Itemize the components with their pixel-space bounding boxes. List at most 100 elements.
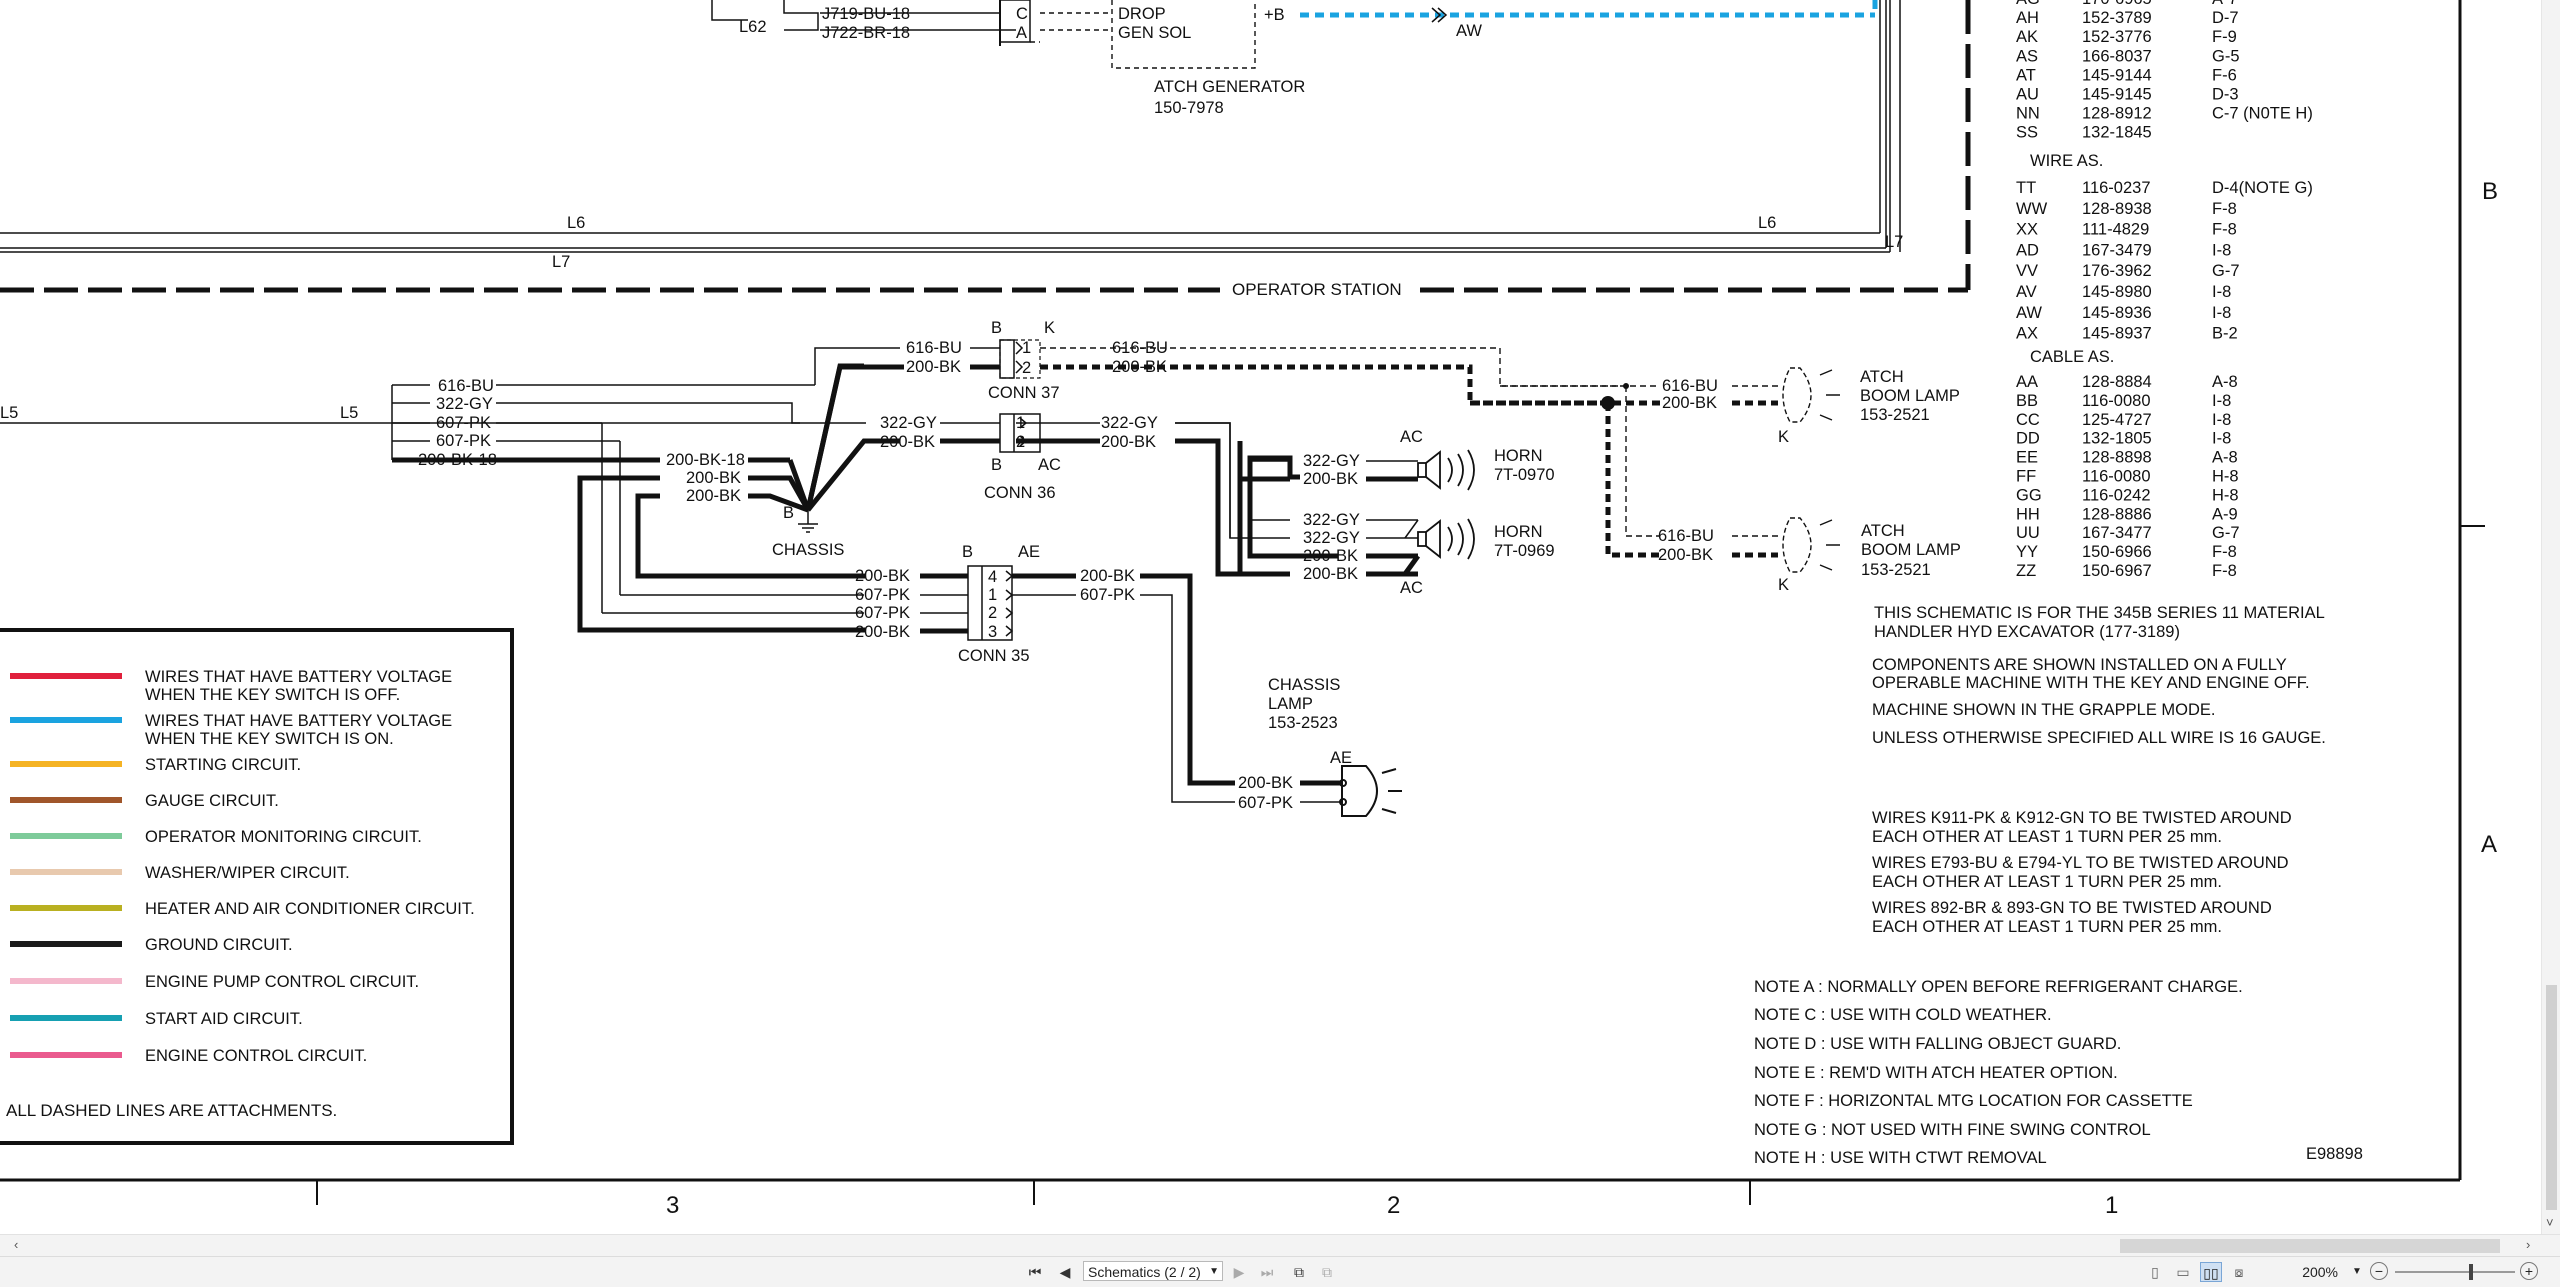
upper-harness-lines xyxy=(0,0,1901,253)
note-schematic-2: HANDLER HYD EXCAVATOR (177-3189) xyxy=(1874,623,2180,641)
note-gauge: UNLESS OTHERWISE SPECIFIED ALL WIRE IS 1… xyxy=(1872,729,2326,747)
parts-row-cell: 152-3776 xyxy=(2082,28,2152,46)
note-twisted-1b: EACH OTHER AT LEAST 1 TURN PER 25 mm. xyxy=(1872,828,2222,846)
next-view-icon[interactable]: ⧉ xyxy=(1316,1262,1338,1282)
conn36-pin-1: 1 xyxy=(1016,414,1025,432)
wire-row-cell: 116-0237 xyxy=(2082,179,2151,197)
cable-row-cell: H-8 xyxy=(2212,486,2239,504)
boom-lamp2-name: ATCH xyxy=(1861,522,1905,540)
wire-row-cell: AD xyxy=(2016,241,2039,259)
mid-wire-200-bk-18: 200-BK-18 xyxy=(666,451,745,469)
horizontal-scroll-thumb[interactable] xyxy=(2120,1239,2500,1253)
schematic-sheet: B A 3 2 1 J719-BU-18 J722-BR-18 C A DROP… xyxy=(0,0,2498,1219)
plus-b-label: +B xyxy=(1264,6,1285,24)
conn37-left-wire-616: 616-BU xyxy=(906,339,962,357)
generator-drop-label: DROP xyxy=(1118,5,1166,23)
note-a: NOTE A : NORMALLY OPEN BEFORE REFRIGERAN… xyxy=(1754,978,2243,996)
cable-row-cell: 128-8884 xyxy=(2082,373,2152,391)
operator-station-label: OPERATOR STATION xyxy=(1232,280,1402,299)
cable-row-cell: ZZ xyxy=(2016,562,2036,580)
page-select-value: Schematics (2 / 2) xyxy=(1088,1264,1201,1280)
previous-page-button[interactable]: ◀ xyxy=(1054,1262,1076,1282)
continuous-view-icon[interactable]: ▭ xyxy=(2172,1262,2194,1282)
chassis-lamp-part: 153-2523 xyxy=(1268,714,1338,732)
parts-row-cell: AK xyxy=(2016,28,2038,46)
chassis-ground-label: CHASSIS xyxy=(772,541,844,559)
page-select[interactable]: Schematics (2 / 2) ▼ xyxy=(1083,1261,1223,1281)
wire-row-cell: I-8 xyxy=(2212,241,2231,259)
grid-col-3: 3 xyxy=(666,1192,679,1219)
horizontal-scrollbar[interactable]: ‹ › xyxy=(0,1234,2560,1257)
chassis-ground-b: B xyxy=(783,504,794,522)
zoom-slider-thumb[interactable] xyxy=(2469,1264,2473,1280)
horn-icon xyxy=(1417,449,1475,491)
horn1-name: HORN xyxy=(1494,447,1543,465)
generator-part: 150-7978 xyxy=(1154,99,1224,117)
two-page-continuous-view-icon[interactable]: ⧇ xyxy=(2228,1262,2250,1282)
cable-row-cell: H-8 xyxy=(2212,468,2239,486)
chevron-down-icon[interactable]: ▼ xyxy=(2352,1262,2362,1282)
l6-label-left: L6 xyxy=(567,214,585,232)
conn35-left-wire-200-a: 200-BK xyxy=(855,567,910,585)
boom-lamp1-name: ATCH xyxy=(1860,368,1904,386)
conn37-left-wire-200: 200-BK xyxy=(906,358,961,376)
chassis-lamp-name: CHASSIS xyxy=(1268,676,1340,694)
legend-label: GROUND CIRCUIT. xyxy=(145,936,293,954)
horn2-wire-200-b: 200-BK xyxy=(1303,565,1358,583)
parts-row-cell: 128-8912 xyxy=(2082,105,2152,123)
chassis-ground-icon xyxy=(798,510,818,533)
cable-row-cell: CC xyxy=(2016,411,2040,429)
zoom-in-button[interactable]: + xyxy=(2520,1262,2538,1280)
note-h: NOTE H : USE WITH CTWT REMOVAL xyxy=(1754,1149,2047,1167)
drawing-number: E98898 xyxy=(2306,1145,2363,1163)
zoom-level[interactable]: 200% xyxy=(2278,1262,2338,1282)
cable-row-cell: A-8 xyxy=(2212,449,2238,467)
left-wire-607-pk-b: 607-PK xyxy=(436,432,491,450)
upper-wire-j719: J719-BU-18 xyxy=(822,5,910,23)
parts-row-cell: G-5 xyxy=(2212,47,2240,65)
parts-row-cell: AU xyxy=(2016,86,2039,104)
boom-lamp-junction-small xyxy=(1623,383,1629,389)
conn35-bk-to-lamp xyxy=(1140,573,1235,786)
parts-row-cell: D-3 xyxy=(2212,86,2239,104)
l6-label-right: L6 xyxy=(1758,214,1776,232)
legend-label: STARTING CIRCUIT. xyxy=(145,756,301,774)
left-wire-322-gy: 322-GY xyxy=(436,395,493,413)
vertical-scroll-thumb[interactable] xyxy=(2546,985,2557,1210)
two-page-view-icon[interactable]: ▯▯ xyxy=(2200,1262,2222,1282)
previous-view-icon[interactable]: ⧉ xyxy=(1288,1262,1310,1282)
zoom-slider[interactable] xyxy=(2395,1271,2515,1273)
legend-label: WIRES THAT HAVE BATTERY VOLTAGE xyxy=(145,668,452,686)
cable-row-cell: 116-0242 xyxy=(2082,486,2151,504)
wire-row-cell: F-8 xyxy=(2212,221,2237,239)
mid-wire-200-bk-a: 200-BK xyxy=(686,469,741,487)
cable-row-cell: UU xyxy=(2016,524,2040,542)
conn35-pin-3: 3 xyxy=(988,623,997,641)
legend-items: WIRES THAT HAVE BATTERY VOLTAGEWHEN THE … xyxy=(10,668,475,1065)
next-page-button[interactable]: ▶ xyxy=(1228,1262,1250,1282)
vertical-scrollbar[interactable]: ˄ ˅ xyxy=(2541,0,2560,1234)
note-e: NOTE E : REM'D WITH ATCH HEATER OPTION. xyxy=(1754,1064,2118,1082)
single-page-view-icon[interactable]: ▯ xyxy=(2144,1262,2166,1282)
legend-footer: ALL DASHED LINES ARE ATTACHMENTS. xyxy=(6,1101,337,1120)
scroll-right-arrow[interactable]: › xyxy=(2526,1237,2530,1252)
scroll-down-arrow[interactable]: ˅ xyxy=(2546,1215,2554,1230)
status-bar: ⏮ ◀ Schematics (2 / 2) ▼ ▶ ⏭ ⧉ ⧉ ▯ ▭ ▯▯ … xyxy=(0,1256,2560,1287)
first-page-button[interactable]: ⏮ xyxy=(1024,1262,1046,1282)
horn2-tag: AC xyxy=(1400,579,1423,597)
notes-block: THIS SCHEMATIC IS FOR THE 345B SERIES 11… xyxy=(1754,604,2363,1167)
parts-row-cell: 166-8037 xyxy=(2082,47,2152,65)
boom-lamp2-tag: K xyxy=(1778,576,1789,594)
l7-label-right: L7 xyxy=(1885,233,1903,251)
note-twisted-3a: WIRES 892-BR & 893-GN TO BE TWISTED AROU… xyxy=(1872,899,2272,917)
zoom-out-button[interactable]: − xyxy=(2370,1262,2388,1280)
conn36-left-wire-322: 322-GY xyxy=(880,414,937,432)
wire-row-cell: B-2 xyxy=(2212,325,2238,343)
chassis-lamp-wire-200: 200-BK xyxy=(1238,774,1293,792)
chassis-lamp-name2: LAMP xyxy=(1268,695,1313,713)
cable-row-cell: 116-0080 xyxy=(2082,392,2151,410)
scroll-left-arrow[interactable]: ‹ xyxy=(14,1237,18,1252)
last-page-button[interactable]: ⏭ xyxy=(1256,1262,1278,1282)
cable-row-cell: F-8 xyxy=(2212,543,2237,561)
note-twisted-2a: WIRES E793-BU & E794-YL TO BE TWISTED AR… xyxy=(1872,854,2289,872)
